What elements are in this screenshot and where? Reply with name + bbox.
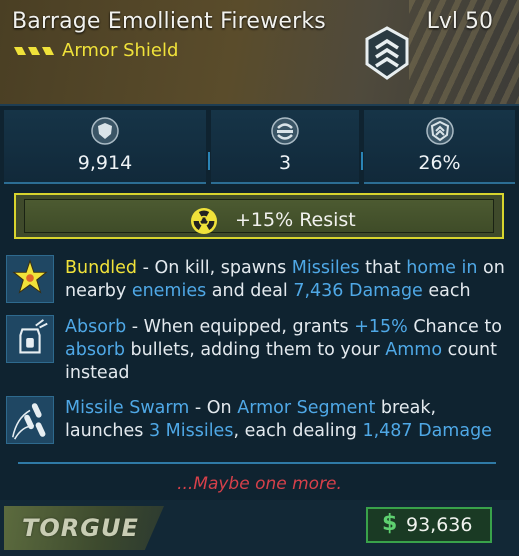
element-banner: +15% Resist (14, 193, 504, 239)
perk-keyword: enemies (131, 281, 207, 301)
missile-swarm-icon (6, 396, 54, 444)
perk-description: Missile Swarm - On Armor Segment break, … (65, 397, 511, 443)
perk-name: Bundled (65, 258, 138, 278)
perk-keyword: +15% (354, 317, 408, 337)
perk-text-segment: that (359, 258, 407, 278)
perk-keyword: Armor Segment (237, 398, 376, 418)
stat-value: 9,914 (77, 152, 133, 174)
perk-keyword: Missiles (291, 258, 360, 278)
section-divider (18, 462, 496, 464)
item-header: Barrage Emollient Firewerks Lvl 50 Armor… (0, 0, 519, 106)
perk-keyword: Ammo (385, 340, 443, 360)
stat-value: 26% (418, 152, 461, 174)
flavor-text: ...Maybe one more. (177, 474, 342, 494)
perk-text-segment: each (422, 281, 471, 301)
absorb-bullets-icon (6, 315, 54, 363)
stat-capacity: 9,914 (4, 110, 206, 184)
manufacturer-logo: TORGUE (4, 506, 164, 550)
stat-divider (361, 152, 363, 170)
recharge-rate-icon (425, 117, 454, 145)
shield-capacity-icon (91, 117, 119, 145)
perk-keyword: Absorb (65, 317, 127, 337)
manufacturer-name: TORGUE (22, 514, 139, 542)
currency-icon: $ (382, 511, 398, 536)
star-burst-icon (6, 255, 54, 303)
perk-text-segment: - On kill, spawns (137, 258, 292, 278)
perk-text-segment: Chance to (407, 317, 502, 337)
perk-description: Absorb - When equipped, grants +15% Chan… (65, 316, 511, 385)
perk-keyword: 3 Missiles (148, 421, 234, 441)
stat-segments: 3 (211, 110, 359, 184)
rarity-chevrons-icon (14, 47, 54, 55)
shield-rank-icon (365, 26, 409, 80)
perk-keyword: 1,487 Damage (362, 421, 492, 441)
stat-recharge: 26% (364, 110, 515, 184)
perk-keyword: 7,436 Damage (293, 281, 423, 301)
item-type: Armor Shield (62, 40, 179, 61)
perk-description: Bundled - On kill, spawns Missiles that … (65, 257, 511, 303)
stat-value: 3 (278, 152, 292, 174)
perk-keyword: Missile Swarm (65, 398, 190, 418)
stat-divider (208, 152, 210, 170)
perk-keyword: home in (406, 258, 478, 278)
perk-text-segment: and deal (206, 281, 294, 301)
stats-row: 9,914 3 26% (0, 104, 519, 184)
item-name: Barrage Emollient Firewerks (12, 9, 326, 34)
perk-keyword: absorb (65, 340, 125, 360)
perk-text-segment: bullets, adding them to your (124, 340, 386, 360)
armor-segments-icon (271, 117, 299, 145)
item-card: Barrage Emollient Firewerks Lvl 50 Armor… (0, 0, 519, 556)
perk-text-segment: , each dealing (233, 421, 363, 441)
element-banner-inner: +15% Resist (24, 199, 494, 234)
item-level: Lvl 50 (426, 9, 493, 34)
price-box: $ 93,636 (366, 507, 492, 543)
perk-text-segment: - When equipped, grants (126, 317, 355, 337)
element-resist-label: +15% Resist (235, 209, 356, 231)
perk-text-segment: - On (189, 398, 238, 418)
item-price: 93,636 (406, 514, 473, 536)
radiation-icon (191, 208, 217, 234)
